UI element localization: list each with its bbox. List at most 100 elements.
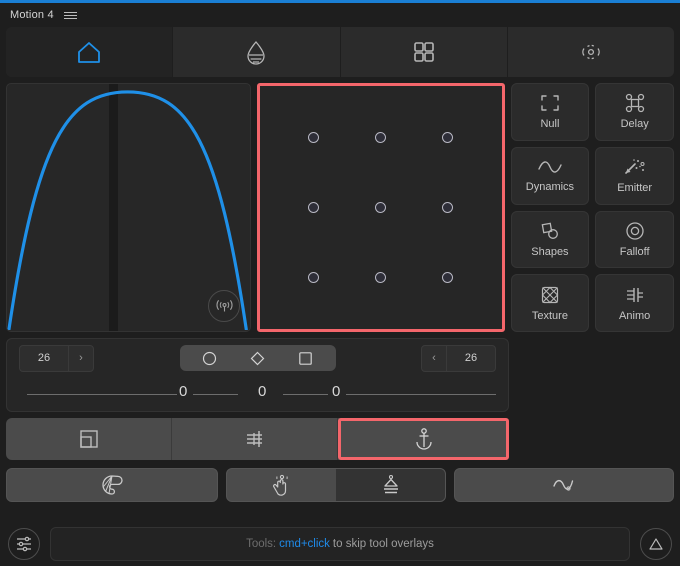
action-stack[interactable] (336, 469, 446, 501)
anchor-point-grid[interactable] (257, 83, 505, 332)
tool-label: Texture (531, 309, 568, 322)
tool-button-texture[interactable]: Texture (510, 274, 590, 332)
shapes-icon (541, 222, 558, 239)
tool-button-null[interactable]: Null (510, 83, 590, 141)
hand-icon (273, 474, 289, 496)
shape-diamond-button[interactable] (234, 345, 282, 371)
layout-icon (79, 430, 98, 448)
concentric-circles-icon (625, 222, 644, 240)
anchor-bottom-right[interactable] (442, 272, 454, 284)
tab-grid[interactable] (341, 27, 508, 77)
stack-icon (383, 474, 398, 494)
palette-icon (102, 475, 123, 495)
tool-label: Dynamics (525, 181, 575, 194)
tool-button-shapes[interactable]: Shapes (510, 210, 590, 269)
anchor-top-left[interactable] (308, 131, 320, 143)
tool-button-dynamics[interactable]: Dynamics (510, 146, 590, 205)
settings-button[interactable] (8, 528, 40, 560)
circle-icon (202, 351, 217, 365)
slider-track-left-a[interactable] (27, 394, 177, 395)
bottom-tab-align[interactable] (172, 418, 338, 460)
bottom-tab-row (6, 418, 509, 460)
command-icon (625, 94, 644, 113)
slider-track-right-b[interactable] (346, 394, 496, 395)
status-message: Tools: cmd+click to skip tool overlays (50, 527, 630, 561)
right-value-field[interactable]: 26 (447, 346, 495, 371)
status-shortcut[interactable]: cmd+click (279, 538, 330, 550)
chevron-right-icon[interactable]: › (68, 345, 93, 371)
anchor-middle-center[interactable] (375, 201, 387, 213)
grid-icon (413, 42, 434, 62)
tool-label: Shapes (531, 245, 569, 258)
tab-bar (6, 27, 674, 77)
right-value-stepper[interactable]: ‹ 26 (421, 344, 496, 372)
sliders-icon (17, 536, 31, 552)
slider-row: 0 0 0 (7, 377, 508, 411)
align-icon (246, 431, 262, 447)
tool-label: Falloff (619, 245, 650, 258)
control-row-top: 26 › ‹ 26 (7, 339, 508, 377)
left-value-stepper[interactable]: 26 › (19, 344, 94, 372)
status-suffix: to skip tool overlays (332, 538, 434, 550)
anchor-middle-left[interactable] (308, 201, 320, 213)
hamburger-icon[interactable] (63, 11, 77, 19)
diamond-icon (250, 351, 265, 365)
triangle-icon (649, 538, 663, 550)
slider-left[interactable]: 0 (179, 383, 187, 400)
curve-preview[interactable] (6, 83, 252, 332)
action-palette[interactable] (6, 468, 218, 502)
null-brackets-icon (541, 95, 559, 112)
app-title: Motion 4 (10, 9, 54, 21)
signal-icon (216, 299, 233, 311)
tab-drop[interactable] (173, 27, 341, 77)
tab-home[interactable] (6, 27, 174, 77)
tool-button-falloff[interactable]: Falloff (595, 210, 675, 269)
tool-button-animo[interactable]: Animo (595, 274, 675, 332)
action-row (6, 468, 674, 502)
anchor-bottom-left[interactable] (308, 272, 320, 284)
status-bar: Tools: cmd+click to skip tool overlays (0, 522, 680, 566)
status-prefix: Tools: (246, 538, 277, 550)
particles-icon (624, 159, 645, 174)
triangle-button[interactable] (640, 528, 672, 560)
action-curve[interactable] (454, 468, 674, 502)
wave-icon (538, 161, 562, 173)
slider-center[interactable]: 0 (258, 383, 266, 400)
slider-track-right-a[interactable] (283, 394, 328, 395)
title-bar: Motion 4 (0, 3, 680, 27)
left-value-field[interactable]: 26 (20, 346, 68, 371)
slider-track-left-b[interactable] (193, 394, 238, 395)
bottom-tab-layout[interactable] (6, 418, 172, 460)
anchor-middle-right[interactable] (442, 201, 454, 213)
home-icon (78, 42, 101, 63)
target-icon (582, 44, 600, 60)
crosshatch-icon (541, 286, 559, 303)
curve-icon (553, 479, 574, 491)
square-icon (299, 351, 312, 365)
animo-icon (626, 287, 643, 302)
shape-toggle-group (179, 345, 336, 371)
control-row: 26 › ‹ 26 0 0 0 (6, 338, 509, 412)
chevron-left-icon[interactable]: ‹ (422, 345, 447, 371)
anchor-top-right[interactable] (442, 131, 454, 143)
action-segment-group (225, 468, 447, 502)
tool-label: Emitter (617, 182, 653, 195)
anchor-top-center[interactable] (375, 131, 387, 143)
drop-icon (247, 41, 266, 65)
signal-icon-button[interactable] (208, 290, 241, 322)
tab-target[interactable] (508, 27, 674, 77)
tool-button-emitter[interactable]: Emitter (595, 146, 675, 205)
bottom-tab-anchor[interactable] (338, 418, 509, 460)
main-area: Null Delay Dynamics Emitter Shapes Fallo… (0, 77, 680, 332)
app-window: Motion 4 Null Delay Dynamics Emitter Sha… (0, 0, 680, 566)
tool-label: Null (540, 118, 560, 131)
tool-label: Delay (620, 118, 649, 131)
tool-button-delay[interactable]: Delay (595, 83, 675, 141)
anchor-icon (415, 428, 432, 450)
shape-circle-button[interactable] (186, 345, 234, 371)
shape-square-button[interactable] (282, 345, 330, 371)
anchor-bottom-center[interactable] (375, 272, 387, 284)
tool-button-grid: Null Delay Dynamics Emitter Shapes Fallo… (510, 83, 675, 332)
slider-right[interactable]: 0 (332, 383, 340, 400)
action-hand[interactable] (227, 469, 336, 501)
